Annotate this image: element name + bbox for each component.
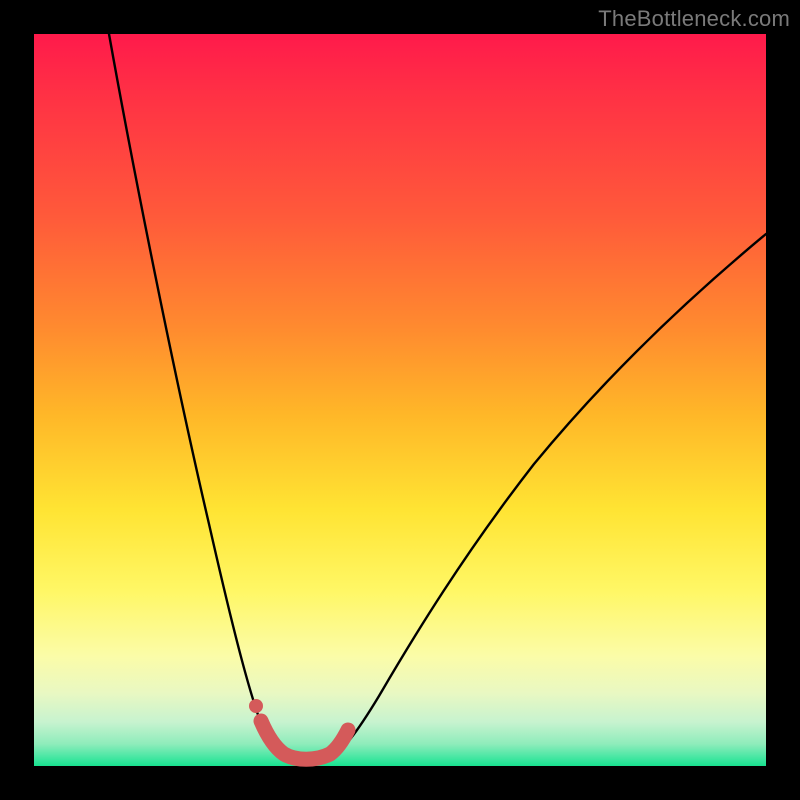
highlight-valley <box>261 721 348 759</box>
watermark-text: TheBottleneck.com <box>598 6 790 32</box>
curve-left-branch <box>109 34 284 757</box>
chart-frame: TheBottleneck.com <box>0 0 800 800</box>
curve-right-branch <box>330 234 766 757</box>
curves-svg <box>34 34 766 766</box>
highlight-dot <box>249 699 263 713</box>
plot-area <box>34 34 766 766</box>
